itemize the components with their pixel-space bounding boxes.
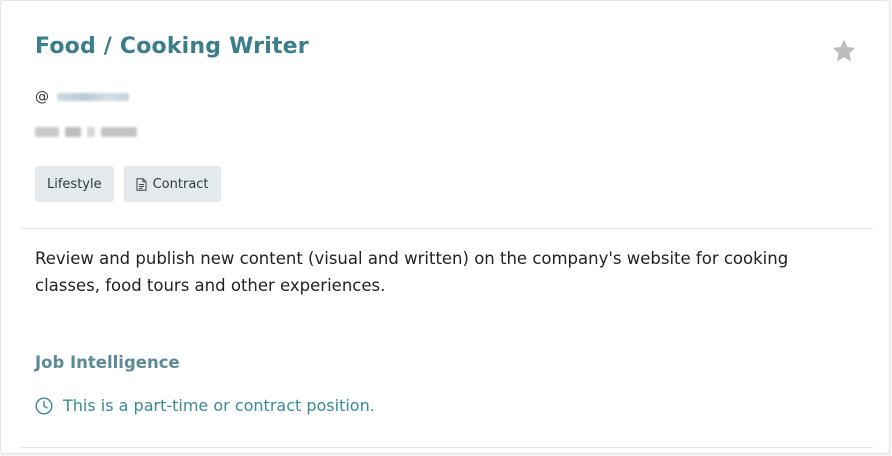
tag-label: Contract — [152, 176, 209, 192]
divider — [21, 447, 873, 448]
redacted-handle — [57, 93, 129, 101]
job-intelligence-heading: Job Intelligence — [35, 353, 180, 372]
redacted-chunk — [87, 127, 95, 137]
job-card: Food / Cooking Writer @ Lifestyle Contra… — [0, 0, 890, 454]
tag-lifestyle[interactable]: Lifestyle — [35, 166, 114, 202]
job-description: Review and publish new content (visual a… — [35, 249, 789, 295]
tag-contract[interactable]: Contract — [123, 166, 221, 202]
intel-text: This is a part-time or contract position… — [63, 396, 375, 415]
intel-item: This is a part-time or contract position… — [35, 396, 375, 415]
tag-label: Lifestyle — [47, 176, 102, 192]
star-icon[interactable] — [830, 37, 858, 65]
clock-icon — [35, 396, 53, 415]
handle-prefix: @ — [35, 89, 49, 105]
tag-list: Lifestyle Contract — [35, 166, 221, 202]
redacted-date — [35, 127, 137, 137]
redacted-chunk — [101, 127, 137, 137]
job-title[interactable]: Food / Cooking Writer — [35, 34, 309, 59]
redacted-chunk — [65, 127, 81, 137]
company-handle: @ — [35, 88, 129, 106]
divider — [21, 228, 873, 229]
document-icon — [136, 177, 147, 191]
redacted-chunk — [35, 127, 59, 137]
